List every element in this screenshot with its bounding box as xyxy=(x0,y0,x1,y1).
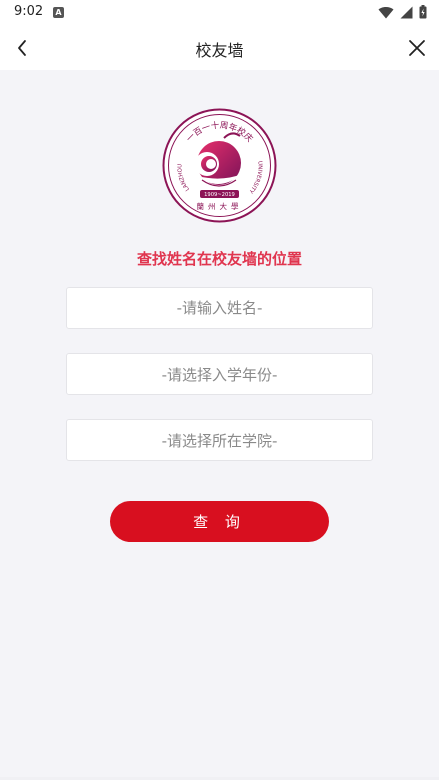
wifi-icon xyxy=(378,6,394,19)
year-select-placeholder: -请选择入学年份- xyxy=(161,365,278,384)
nav-bar: 校友墙 xyxy=(0,26,439,70)
logo-bottom-text: 蘭州大學 xyxy=(197,201,243,211)
close-icon xyxy=(409,40,425,56)
main-content: 一百一十周年校庆 LANZHOU UNIVERSITY 1909~2019 蘭州… xyxy=(0,70,439,780)
close-button[interactable] xyxy=(401,32,433,64)
search-headline: 查找姓名在校友墙的位置 xyxy=(136,250,302,268)
battery-icon xyxy=(419,5,427,19)
name-field[interactable] xyxy=(66,287,373,329)
college-select-field[interactable]: -请选择所在学院- xyxy=(66,419,373,461)
a-icon: A xyxy=(53,7,64,18)
status-time: 9:02 xyxy=(14,4,44,19)
logo-years-text: 1909~2019 xyxy=(204,192,235,198)
query-button[interactable]: 查 询 xyxy=(110,501,329,542)
query-button-label: 查 询 xyxy=(193,513,246,531)
status-icons xyxy=(378,5,427,19)
status-bar: 9:02 A xyxy=(0,0,439,26)
anniversary-emblem-icon: 一百一十周年校庆 LANZHOU UNIVERSITY 1909~2019 蘭州… xyxy=(162,108,277,223)
university-logo: 一百一十周年校庆 LANZHOU UNIVERSITY 1909~2019 蘭州… xyxy=(162,108,277,223)
college-select-placeholder: -请选择所在学院- xyxy=(161,431,278,450)
name-input[interactable] xyxy=(67,288,372,328)
page-title: 校友墙 xyxy=(195,41,244,60)
signal-icon xyxy=(400,6,413,18)
year-select-field[interactable]: -请选择入学年份- xyxy=(66,353,373,395)
